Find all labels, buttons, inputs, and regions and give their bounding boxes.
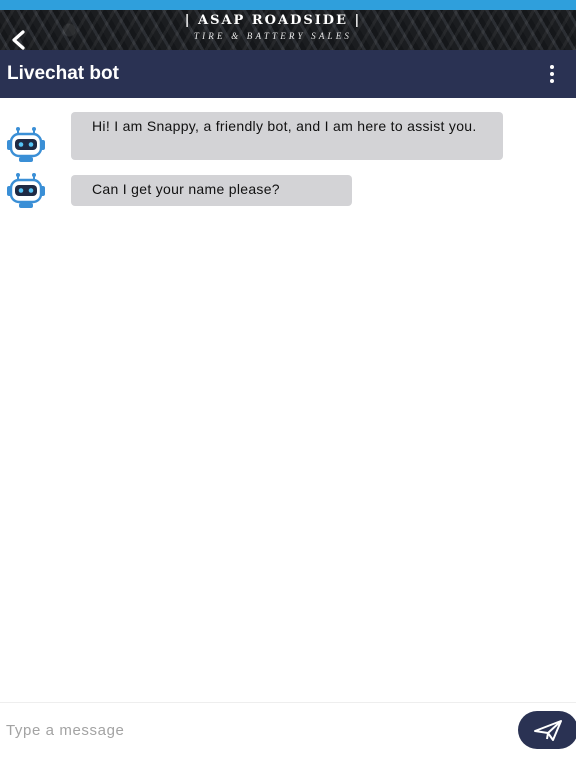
back-button[interactable] — [6, 22, 30, 58]
chat-screen: | ASAP ROADSIDE | TIRE & BATTERY SALES L… — [0, 0, 576, 768]
app-header: Livechat bot — [0, 50, 576, 98]
more-vertical-icon — [550, 65, 554, 83]
message-composer — [0, 702, 576, 768]
status-strip — [0, 0, 576, 10]
brand-tagline: TIRE & BATTERY SALES — [193, 31, 353, 41]
page-title: Livechat bot — [7, 63, 119, 84]
brand-logo: | ASAP ROADSIDE | TIRE & BATTERY SALES — [160, 12, 386, 48]
message-input[interactable] — [6, 717, 496, 743]
robot-icon — [7, 127, 45, 162]
send-button[interactable] — [518, 711, 576, 749]
brand-name: | ASAP ROADSIDE | — [184, 13, 362, 28]
robot-icon — [7, 173, 45, 208]
bot-message-bubble: Hi! I am Snappy, a friendly bot, and I a… — [71, 112, 503, 160]
bot-message-bubble: Can I get your name please? — [71, 175, 352, 206]
more-options-button[interactable] — [542, 62, 562, 86]
chevron-left-icon — [12, 30, 25, 50]
brand-banner: | ASAP ROADSIDE | TIRE & BATTERY SALES — [0, 10, 576, 50]
paper-plane-icon — [534, 720, 562, 741]
chat-messages[interactable]: Hi! I am Snappy, a friendly bot, and I a… — [0, 98, 576, 702]
